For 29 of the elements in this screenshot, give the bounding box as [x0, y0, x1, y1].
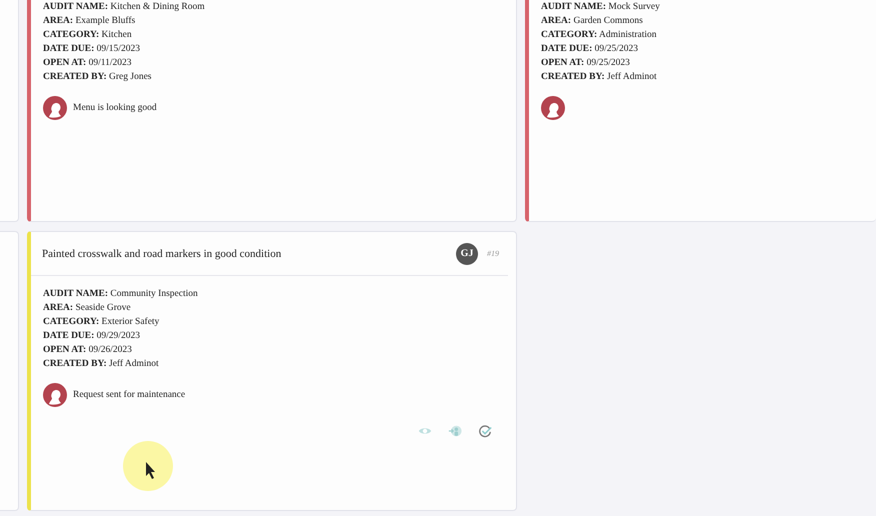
- comment-text: Menu is looking good: [73, 103, 157, 113]
- field-line: DATE DUE: 09/15/2023: [43, 43, 141, 56]
- cursor-icon: [123, 441, 173, 491]
- field-line: AUDIT NAME: Community Inspection: [43, 288, 199, 301]
- field-line: OPEN AT: 09/26/2023: [43, 344, 133, 357]
- card-number: #19: [487, 249, 499, 258]
- field-line: CATEGORY: Kitchen: [43, 29, 133, 42]
- field-line: OPEN AT: 09/11/2023: [43, 57, 133, 70]
- card-title: Painted crosswalk and road markers in good condition: [42, 248, 282, 260]
- comment-text: Request sent for maintenance: [73, 390, 186, 400]
- field-line: AREA: Garden Commons: [541, 15, 644, 28]
- field-line: AUDIT NAME: Mock Survey: [541, 1, 661, 14]
- field-line: CATEGORY: Exterior Safety: [43, 316, 160, 329]
- field-line: OPEN AT: 09/25/2023: [541, 57, 631, 70]
- avatar-icon: [541, 96, 565, 120]
- field-line: CREATED BY: Jeff Adminot: [541, 71, 658, 84]
- field-line: DATE DUE: 09/25/2023: [541, 43, 639, 56]
- field-line: CATEGORY: Administration: [541, 29, 658, 42]
- avatar-icon: [43, 96, 67, 120]
- field-line: AREA: Example Bluffs: [43, 15, 136, 28]
- field-line: AUDIT NAME: Kitchen & Dining Room: [43, 1, 206, 14]
- assign-user-icon[interactable]: [448, 424, 462, 438]
- assignee-avatar: GJ: [456, 242, 478, 264]
- field-line: DATE DUE: 09/29/2023: [43, 330, 141, 343]
- field-line: CREATED BY: Jeff Adminot: [43, 358, 160, 371]
- field-line: AREA: Seaside Grove: [43, 302, 132, 315]
- avatar-icon: [43, 383, 67, 407]
- field-line: CREATED BY: Greg Jones: [43, 71, 152, 84]
- check-circle-icon[interactable]: [478, 424, 492, 438]
